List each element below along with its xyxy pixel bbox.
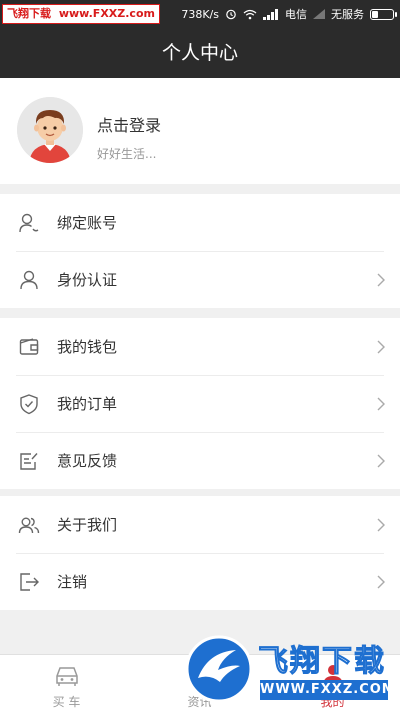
watermark-title: 飞翔下载 [258, 644, 386, 680]
menu-item-my-orders[interactable]: 我的订单 [0, 375, 400, 432]
menu-item-my-wallet[interactable]: 我的钱包 [0, 318, 400, 375]
menu-group-app: 关于我们 注销 [0, 496, 400, 610]
chevron-right-icon [377, 454, 385, 467]
login-link[interactable]: 点击登录 [97, 112, 161, 136]
profile-subtitle: 好好生活... [97, 147, 157, 161]
alarm-icon [226, 9, 236, 20]
battery-icon [370, 8, 397, 20]
menu-item-identity-verification[interactable]: 身份认证 [0, 251, 400, 308]
no-signal-icon [313, 9, 325, 19]
page-title: 个人中心 [0, 28, 400, 78]
menu-item-label: 注销 [57, 573, 88, 591]
menu-item-label: 关于我们 [57, 516, 118, 534]
fxxz-logo-icon [185, 635, 253, 703]
users-icon [18, 516, 40, 533]
menu-item-about-us[interactable]: 关于我们 [0, 496, 400, 553]
watermark-top: 飞翔下载 www.FXXZ.com [2, 4, 160, 24]
menu-item-label: 我的钱包 [57, 338, 118, 356]
chevron-right-icon [377, 340, 385, 353]
tab-buy-car[interactable]: 买 车 [0, 655, 133, 712]
network-speed: 738K/s [181, 7, 219, 21]
wifi-icon [243, 9, 257, 19]
watermark-top-url: www.FXXZ.com [58, 7, 155, 20]
chevron-right-icon [377, 518, 385, 531]
menu-item-label: 我的订单 [57, 395, 118, 413]
watermark-top-cn: 飞翔下载 [7, 7, 51, 20]
car-icon [55, 667, 78, 686]
avatar-boy-icon [17, 97, 83, 163]
chevron-right-icon [377, 397, 385, 410]
menu-item-label: 身份认证 [57, 271, 118, 289]
menu-group-services: 我的钱包 我的订单 意见反馈 [0, 318, 400, 489]
menu-item-logout[interactable]: 注销 [0, 553, 400, 610]
tab-label: 买 车 [52, 695, 81, 709]
service-label: 无服务 [331, 8, 364, 21]
shield-check-icon [20, 393, 38, 414]
menu-item-label: 意见反馈 [57, 452, 118, 470]
menu-item-feedback[interactable]: 意见反馈 [0, 432, 400, 489]
user-icon [20, 270, 38, 289]
edit-note-icon [20, 452, 38, 470]
menu-group-account: 绑定账号 身份认证 [0, 194, 400, 308]
status-bar: 飞翔下载 www.FXXZ.com 738K/s 电信 无服务 [0, 0, 400, 28]
menu-item-bind-account[interactable]: 绑定账号 [0, 194, 400, 251]
logout-icon [20, 572, 39, 591]
wallet-icon [19, 337, 39, 355]
menu-item-label: 绑定账号 [57, 214, 118, 232]
carrier-label: 电信 [285, 8, 307, 21]
chevron-right-icon [377, 575, 385, 588]
signal-icon [263, 8, 278, 20]
watermark-url: WWW.FXXZ.COM [260, 680, 395, 700]
user-link-icon [19, 213, 39, 232]
watermark-bottom: 飞翔下载 WWW.FXXZ.COM [184, 634, 395, 704]
chevron-right-icon [377, 273, 385, 286]
avatar[interactable] [17, 97, 83, 163]
profile-card[interactable]: 点击登录 好好生活... [0, 78, 400, 184]
